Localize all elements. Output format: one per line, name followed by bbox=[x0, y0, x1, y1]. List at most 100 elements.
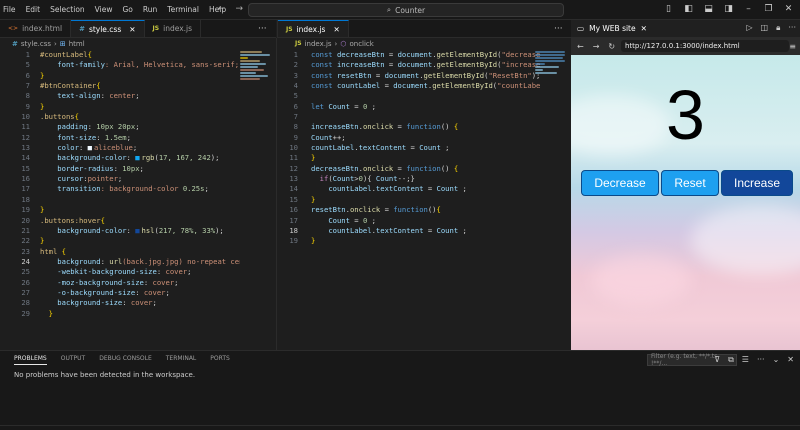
breadcrumb-symbol[interactable]: onclick bbox=[349, 40, 373, 48]
minimap[interactable] bbox=[240, 50, 280, 110]
code-line[interactable]: color: ■ aliceblue; bbox=[40, 143, 240, 153]
code-line[interactable]: -o-background-size: cover; bbox=[40, 288, 240, 298]
url-field[interactable]: http://127.0.0.1:3000/index.html bbox=[621, 40, 789, 52]
close-tab-icon[interactable]: ✕ bbox=[129, 25, 135, 34]
tab-index-js[interactable]: JS index.js bbox=[145, 20, 202, 37]
menu-item-edit[interactable]: Edit bbox=[22, 5, 47, 14]
code-line[interactable]: -webkit-background-size: cover; bbox=[40, 267, 240, 277]
back-arrow-icon[interactable]: ← bbox=[577, 42, 584, 51]
more-actions-icon[interactable]: ··· bbox=[757, 355, 765, 365]
reload-icon[interactable]: ↻ bbox=[608, 42, 615, 51]
code-line[interactable] bbox=[40, 195, 240, 205]
minimap[interactable] bbox=[535, 50, 575, 110]
list-icon[interactable]: ☰ bbox=[742, 355, 749, 365]
code-line[interactable]: } bbox=[40, 309, 240, 319]
code-line[interactable]: background: url(back.jpg.jpg) no-repeat … bbox=[40, 257, 240, 267]
code-line[interactable]: font-family: Arial, Helvetica, sans-seri… bbox=[40, 60, 240, 70]
code-line[interactable]: Count++; bbox=[311, 133, 540, 143]
code-line[interactable]: } bbox=[40, 205, 240, 215]
forward-arrow-icon[interactable]: → bbox=[593, 42, 600, 51]
run-icon[interactable]: ▷ bbox=[746, 23, 752, 33]
filter-icon[interactable]: ⊽ bbox=[714, 355, 720, 365]
code-line[interactable]: background-color: ■ rgb(17, 167, 242); bbox=[40, 153, 240, 163]
split-editor-icon[interactable]: ◫ bbox=[761, 23, 769, 33]
forward-arrow-icon[interactable]: → bbox=[236, 4, 244, 14]
code-line[interactable]: const increaseBtn = document.getElementB… bbox=[311, 60, 540, 70]
code-line[interactable]: .buttons{ bbox=[40, 112, 240, 122]
code-line[interactable]: countLabel.textContent = Count ; bbox=[311, 143, 540, 153]
increase-button[interactable]: Increase bbox=[721, 170, 793, 196]
code-line[interactable]: padding: 10px 20px; bbox=[40, 122, 240, 132]
code-line[interactable]: resetBtn.onclick = function(){ bbox=[311, 205, 540, 215]
more-actions-icon[interactable]: ··· bbox=[258, 24, 267, 34]
code-line[interactable]: } bbox=[311, 153, 540, 163]
panel-tab-ports[interactable]: PORTS bbox=[210, 355, 230, 365]
code-line[interactable] bbox=[311, 112, 540, 122]
code-line[interactable]: const resetBtn = document.getElementById… bbox=[311, 71, 540, 81]
code-line[interactable]: } bbox=[311, 236, 540, 246]
code-line[interactable]: font-size: 1.5em; bbox=[40, 133, 240, 143]
code-area[interactable]: const decreaseBtn = document.getElementB… bbox=[311, 50, 540, 247]
code-line[interactable]: transition: background-color 0.25s; bbox=[40, 184, 240, 194]
code-line[interactable]: countLabel.textContent = Count ; bbox=[311, 226, 540, 236]
code-line[interactable]: html { bbox=[40, 247, 240, 257]
toggle-panel-icon[interactable]: ⬓ bbox=[703, 3, 714, 15]
css-editor[interactable]: 1 5 6 7 8 9 10 11 12 13 14 15 16 17 18 19 20 21 22 23 24 25 26… bbox=[0, 50, 276, 350]
code-line[interactable]: border-radius: 10px; bbox=[40, 164, 240, 174]
toggle-secondary-icon[interactable]: ◨ bbox=[723, 3, 734, 15]
more-actions-icon[interactable]: ··· bbox=[554, 24, 563, 34]
breadcrumb-file[interactable]: style.css bbox=[21, 40, 51, 48]
panel-tab-output[interactable]: OUTPUT bbox=[61, 355, 85, 365]
code-line[interactable]: const countLabel = document.getElementBy… bbox=[311, 81, 540, 91]
code-line[interactable]: const decreaseBtn = document.getElementB… bbox=[311, 50, 540, 60]
code-line[interactable]: if(Count>0){ Count--;} bbox=[311, 174, 540, 184]
code-line[interactable]: background-color: ■ hsl(217, 78%, 33%); bbox=[40, 226, 240, 236]
menu-item-go[interactable]: Go bbox=[118, 5, 138, 14]
back-arrow-icon[interactable]: ← bbox=[218, 4, 226, 14]
code-line[interactable]: let Count = 0 ; bbox=[311, 102, 540, 112]
minimize-icon[interactable]: – bbox=[743, 3, 754, 15]
close-tab-icon[interactable]: ✕ bbox=[641, 24, 647, 33]
breadcrumb-symbol[interactable]: html bbox=[69, 40, 85, 48]
command-center[interactable]: ⌕ Counter bbox=[248, 3, 564, 17]
code-line[interactable]: #countLabel{ bbox=[40, 50, 240, 60]
code-area[interactable]: #countLabel{ font-family: Arial, Helveti… bbox=[40, 50, 240, 319]
code-line[interactable]: text-align: center; bbox=[40, 91, 240, 101]
tab-index-js[interactable]: JS index.js ✕ bbox=[278, 20, 349, 37]
chevron-down-icon[interactable]: ⌄ bbox=[773, 355, 780, 365]
code-line[interactable]: } bbox=[40, 236, 240, 246]
code-line[interactable]: } bbox=[40, 102, 240, 112]
menu-item-file[interactable]: File bbox=[0, 5, 22, 14]
tab-index-html[interactable]: <> index.html bbox=[0, 20, 72, 37]
code-line[interactable]: -moz-background-size: cover; bbox=[40, 278, 240, 288]
more-actions-icon[interactable]: ··· bbox=[788, 23, 796, 33]
reset-button[interactable]: Reset bbox=[661, 170, 719, 196]
code-line[interactable]: cursor:pointer; bbox=[40, 174, 240, 184]
copy-icon[interactable]: ⧉ bbox=[728, 355, 734, 365]
close-tab-icon[interactable]: ✕ bbox=[333, 25, 339, 34]
menu-item-run[interactable]: Run bbox=[139, 5, 163, 14]
menu-icon[interactable]: ≡ bbox=[789, 42, 796, 51]
menu-item-selection[interactable]: Selection bbox=[46, 5, 91, 14]
tab-style-css[interactable]: # style.css ✕ bbox=[71, 20, 145, 37]
close-icon[interactable]: ✕ bbox=[787, 355, 794, 365]
panel-tab-terminal[interactable]: TERMINAL bbox=[166, 355, 197, 365]
lock-icon[interactable]: 🔒︎ bbox=[776, 23, 780, 33]
code-line[interactable] bbox=[311, 91, 540, 101]
close-icon[interactable]: ✕ bbox=[783, 3, 794, 15]
code-line[interactable]: decreaseBtn.onclick = function() { bbox=[311, 164, 540, 174]
code-line[interactable]: } bbox=[311, 195, 540, 205]
code-line[interactable]: Count = 0 ; bbox=[311, 216, 540, 226]
code-line[interactable]: increaseBtn.onclick = function() { bbox=[311, 122, 540, 132]
menu-item-view[interactable]: View bbox=[91, 5, 119, 14]
toggle-sidebar-icon[interactable]: ◧ bbox=[683, 3, 694, 15]
code-line[interactable]: countLabel.textContent = Count ; bbox=[311, 184, 540, 194]
layout-icon[interactable]: ▯ bbox=[663, 3, 674, 15]
menu-item-terminal[interactable]: Terminal bbox=[163, 5, 205, 14]
panel-tab-debug-console[interactable]: DEBUG CONSOLE bbox=[99, 355, 152, 365]
code-line[interactable]: background-size: cover; bbox=[40, 298, 240, 308]
js-editor[interactable]: 1 2 3 4 5 6 7 8 9 10 11 12 13 14 15 16 17 18 19 const decr… bbox=[278, 50, 571, 350]
breadcrumb-file[interactable]: index.js bbox=[305, 40, 332, 48]
code-line[interactable]: .buttons:hover{ bbox=[40, 216, 240, 226]
restore-icon[interactable]: ❐ bbox=[763, 3, 774, 15]
